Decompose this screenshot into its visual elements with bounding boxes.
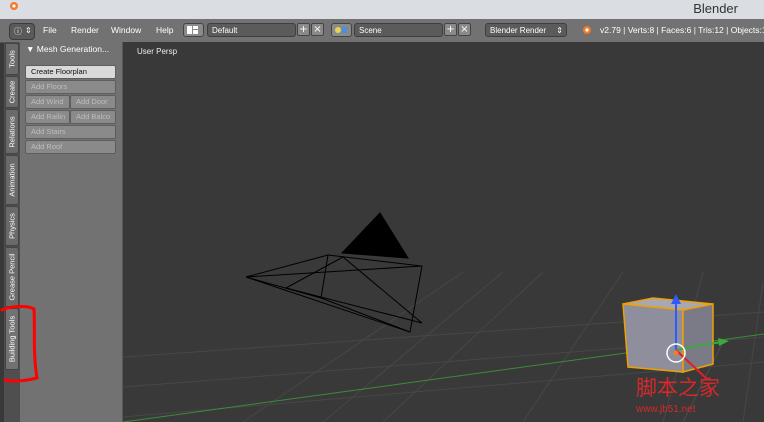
cube-object[interactable] xyxy=(622,294,729,381)
tab-tools[interactable]: Tools xyxy=(5,43,19,75)
tab-label: Animation xyxy=(7,163,17,197)
plus-icon: + xyxy=(299,24,308,35)
close-icon: × xyxy=(313,24,322,35)
updown-arrows-icon: ⇕ xyxy=(25,26,32,35)
blender-logo-icon xyxy=(10,2,18,10)
info-icon: ⓘ xyxy=(14,27,22,36)
panel-header-mesh-generation[interactable]: ▼ Mesh Generation... xyxy=(26,44,109,54)
screen-layout-selector[interactable] xyxy=(183,23,204,37)
close-icon: × xyxy=(460,24,469,35)
add-balcony-button[interactable]: Add Balco xyxy=(70,110,116,124)
view-label: User Persp xyxy=(137,47,178,56)
camera-up-triangle xyxy=(340,212,409,259)
menu-window[interactable]: Window xyxy=(111,25,141,35)
menu-render[interactable]: Render xyxy=(71,25,99,35)
updown-arrows-icon: ⇕ xyxy=(556,26,563,35)
scene-stats: v2.79 | Verts:8 | Faces:6 | Tris:12 | Ob… xyxy=(600,25,764,35)
add-screen-button[interactable]: + xyxy=(297,23,310,36)
remove-scene-button[interactable]: × xyxy=(458,23,471,36)
plus-icon: + xyxy=(446,24,455,35)
camera-object[interactable] xyxy=(245,212,423,333)
z-arrow-head-icon xyxy=(671,294,681,304)
add-stairs-button[interactable]: Add Stairs xyxy=(25,125,116,139)
watermark-url: www.jb51.net xyxy=(636,404,696,415)
tab-grease-pencil[interactable]: Grease Pencil xyxy=(5,247,19,307)
viewport-scene xyxy=(123,212,764,422)
window-title: Blender xyxy=(693,1,738,16)
tab-label: Physics xyxy=(7,213,17,239)
tab-label: Relations xyxy=(7,115,17,148)
add-window-button[interactable]: Add Wind xyxy=(25,95,70,109)
add-floors-button[interactable]: Add Floors xyxy=(25,80,116,94)
scene-field[interactable]: Scene xyxy=(354,23,443,37)
create-floorplan-button[interactable]: Create Floorplan xyxy=(25,65,116,79)
tab-label: Tools xyxy=(7,50,17,68)
tab-label: Create xyxy=(7,80,17,104)
add-door-button[interactable]: Add Door xyxy=(70,95,116,109)
object-origin-icon xyxy=(673,350,679,356)
add-scene-button[interactable]: + xyxy=(444,23,457,36)
blender-engine-icon xyxy=(583,26,591,34)
tab-animation[interactable]: Animation xyxy=(5,155,19,205)
editor-type-selector[interactable]: ⓘ ⇕ xyxy=(9,23,35,40)
add-roof-button[interactable]: Add Roof xyxy=(25,140,116,154)
menu-file[interactable]: File xyxy=(43,25,57,35)
tab-relations[interactable]: Relations xyxy=(5,109,19,154)
remove-screen-button[interactable]: × xyxy=(311,23,324,36)
screen-layout-field[interactable]: Default xyxy=(207,23,296,37)
scene-selector[interactable] xyxy=(331,23,352,37)
red-highlight-annotation xyxy=(0,305,39,383)
menu-help[interactable]: Help xyxy=(156,25,173,35)
render-engine-select[interactable]: Blender Render ⇕ xyxy=(485,23,567,37)
add-railing-button[interactable]: Add Railin xyxy=(25,110,70,124)
render-engine-label: Blender Render xyxy=(490,26,547,35)
tab-label: Grease Pencil xyxy=(7,253,17,301)
scene-icon xyxy=(335,27,347,33)
tab-create[interactable]: Create xyxy=(5,76,19,108)
3d-viewport[interactable]: User Persp xyxy=(123,42,764,422)
layout-grid-icon xyxy=(187,26,198,34)
watermark-logo: 脚本之家 xyxy=(636,376,720,400)
info-header: ⓘ ⇕ File Render Window Help Default + × … xyxy=(0,19,764,43)
window-titlebar: Blender xyxy=(0,0,764,19)
tab-physics[interactable]: Physics xyxy=(5,206,19,246)
